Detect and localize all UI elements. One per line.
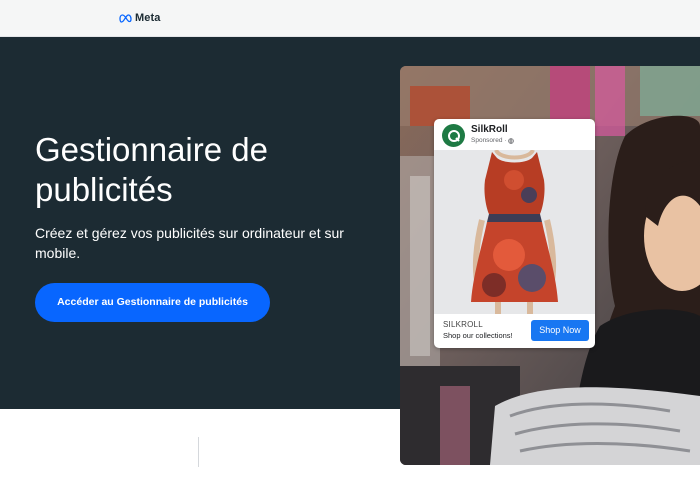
silkroll-logo-icon xyxy=(447,129,460,142)
meta-logo[interactable]: Meta xyxy=(118,12,160,24)
sponsored-text: Sponsored · xyxy=(471,137,507,144)
ads-manager-button[interactable]: Accéder au Gestionnaire de publicités xyxy=(35,283,270,322)
ad-product-image[interactable] xyxy=(434,148,595,314)
meta-infinity-icon xyxy=(119,13,132,23)
section-divider xyxy=(198,437,199,467)
globe-icon xyxy=(508,137,515,144)
sponsored-label: Sponsored · xyxy=(471,137,515,144)
ad-shop-name: SILKROLL xyxy=(443,320,483,329)
hero-subtitle: Créez et gérez vos publicités sur ordina… xyxy=(35,225,344,261)
brand-avatar xyxy=(442,124,465,147)
ad-brand-name: SilkRoll xyxy=(471,124,508,135)
meta-logo-text: Meta xyxy=(135,12,161,24)
shop-now-button[interactable]: Shop Now xyxy=(531,320,589,341)
ad-shop-description: Shop our collections! xyxy=(443,331,513,340)
page-title: Gestionnaire de publicités xyxy=(35,131,268,208)
top-nav: Meta xyxy=(0,0,700,37)
ad-preview-card[interactable]: SilkRoll Sponsored · SILKROLL Shop our c… xyxy=(434,119,595,348)
